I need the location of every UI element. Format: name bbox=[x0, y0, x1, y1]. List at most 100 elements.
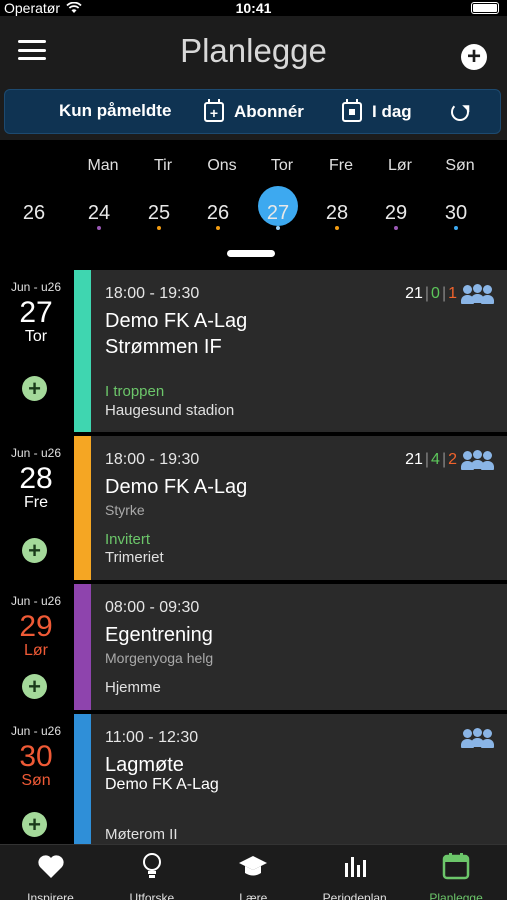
event-color-bar bbox=[74, 270, 91, 432]
event-color-bar bbox=[74, 584, 91, 710]
add-to-day-button[interactable]: + bbox=[22, 812, 47, 837]
subscribe-button[interactable]: + Abonnér bbox=[204, 99, 304, 122]
today-button[interactable]: I dag bbox=[342, 99, 412, 122]
event-date-column: Jun - u26 29 Lør + bbox=[0, 584, 72, 710]
event-title: Lagmøte bbox=[105, 754, 184, 776]
event-marker-dot bbox=[216, 226, 220, 230]
weekday-label: Søn bbox=[445, 157, 475, 174]
attendance-count: 4 bbox=[431, 451, 440, 468]
tab-label: Utforske bbox=[129, 891, 175, 900]
attendance-status: Invitert bbox=[105, 531, 151, 548]
week-label: Jun - u26 bbox=[10, 724, 62, 738]
event-date-column: Jun - u26 27 Tor + bbox=[0, 270, 72, 432]
attendance-counts: 21 | 0 | 1 bbox=[405, 285, 457, 302]
event-location: Hjemme bbox=[105, 679, 161, 696]
battery-icon bbox=[471, 2, 499, 14]
date-cell[interactable]: 24 bbox=[69, 200, 129, 236]
refresh-icon[interactable] bbox=[451, 103, 469, 121]
event-date-column: Jun - u26 30 Søn + bbox=[0, 714, 72, 844]
today-label: I dag bbox=[372, 102, 412, 121]
tab-planlegge[interactable]: Planlegge bbox=[406, 851, 507, 900]
week-collapse-handle[interactable] bbox=[227, 250, 275, 257]
attendance-count: 21 bbox=[405, 285, 423, 302]
day-name: Lør bbox=[24, 642, 48, 659]
calendar-today-icon bbox=[342, 99, 362, 122]
tab-inspirere[interactable]: Inspirere bbox=[0, 851, 101, 900]
date-cell[interactable]: 30 bbox=[426, 200, 486, 236]
team-icon[interactable] bbox=[461, 728, 494, 748]
event-subtitle: Morgenyoga helg bbox=[105, 650, 214, 666]
event-row: Jun - u26 29 Lør +08:00 - 09:30 Egentrening M… bbox=[0, 584, 507, 710]
event-card[interactable]: 18:00 - 19:30 Demo FK A-Lag Styrke Invitert… bbox=[74, 436, 507, 580]
event-card[interactable]: 18:00 - 19:30 Demo FK A-Lag Strømmen IF I t… bbox=[74, 270, 507, 432]
bar-chart-icon bbox=[304, 851, 405, 881]
date-cell[interactable]: 29 bbox=[366, 200, 426, 236]
event-location: Møterom II bbox=[105, 826, 178, 843]
event-location: Trimeriet bbox=[105, 549, 164, 566]
event-title: Egentrening bbox=[105, 624, 213, 646]
event-color-bar bbox=[74, 436, 91, 580]
week-label: Jun - u26 bbox=[10, 594, 62, 608]
event-marker-dot bbox=[97, 226, 101, 230]
day-number: 27 bbox=[19, 296, 53, 329]
event-marker-dot bbox=[157, 226, 161, 230]
tab-label: Lære bbox=[239, 891, 268, 900]
graduation-cap-icon bbox=[203, 851, 304, 881]
weekday-label: Tor bbox=[270, 157, 294, 174]
subscribe-label: Abonnér bbox=[234, 102, 304, 121]
lightbulb-icon bbox=[101, 851, 202, 881]
event-opponent: Demo FK A-Lag bbox=[105, 776, 219, 793]
date-cell[interactable]: 25 bbox=[129, 200, 189, 236]
attendance-count: 21 bbox=[405, 451, 423, 468]
team-icon[interactable] bbox=[461, 284, 494, 304]
event-card[interactable]: 08:00 - 09:30 Egentrening Morgenyoga helg H… bbox=[74, 584, 507, 710]
attendance-count: 0 bbox=[431, 285, 440, 302]
event-row: Jun - u26 27 Tor +18:00 - 19:30 Demo FK A-La… bbox=[0, 270, 507, 432]
event-opponent: Strømmen IF bbox=[105, 336, 222, 358]
event-card[interactable]: 11:00 - 12:30 Lagmøte Demo FK A-Lag Møterom… bbox=[74, 714, 507, 844]
day-name: Fre bbox=[24, 494, 48, 511]
attendance-counts: 21 | 4 | 2 bbox=[405, 451, 457, 468]
selected-date[interactable]: 27 bbox=[248, 186, 308, 236]
event-date-column: Jun - u26 28 Fre + bbox=[0, 436, 72, 580]
filter-bar: Kun påmeldte + Abonnér I dag bbox=[0, 84, 507, 140]
week-label: Jun - u26 bbox=[10, 446, 62, 460]
add-event-button[interactable]: + bbox=[461, 44, 487, 70]
tab-lære[interactable]: Lære bbox=[203, 851, 304, 900]
tab-periodeplan[interactable]: Periodeplan bbox=[304, 851, 405, 900]
date-cell[interactable]: 28 bbox=[307, 200, 367, 236]
tab-label: Inspirere bbox=[27, 891, 74, 900]
weekday-label: Ons bbox=[207, 157, 237, 174]
calendar-icon bbox=[406, 851, 507, 881]
event-time: 11:00 - 12:30 bbox=[105, 729, 199, 746]
event-row: Jun - u26 28 Fre +18:00 - 19:30 Demo FK A-La… bbox=[0, 436, 507, 580]
day-name: Tor bbox=[24, 328, 48, 345]
week-strip: 26 Man Tir Ons Tor Fre Lør Søn 24 25 26 27 28 29 30 bbox=[0, 140, 507, 270]
add-to-day-button[interactable]: + bbox=[22, 376, 47, 401]
event-location: Haugesund stadion bbox=[105, 402, 235, 419]
day-number: 29 bbox=[19, 610, 53, 643]
event-time: 08:00 - 09:30 bbox=[105, 599, 200, 616]
heart-icon bbox=[0, 851, 101, 881]
event-subtitle: Styrke bbox=[105, 502, 145, 518]
tab-bar: Inspirere Utforske Lære Periodeplan Planlegg… bbox=[0, 844, 507, 900]
registered-only-label: Kun påmeldte bbox=[59, 101, 172, 120]
team-icon[interactable] bbox=[461, 450, 494, 470]
filter-toolbar: Kun påmeldte + Abonnér I dag bbox=[4, 89, 501, 134]
tab-utforske[interactable]: Utforske bbox=[101, 851, 202, 900]
attendance-count: 1 bbox=[448, 285, 457, 302]
status-bar: Operatør 10:41 bbox=[0, 0, 507, 16]
registered-only-toggle[interactable]: Kun påmeldte bbox=[59, 101, 171, 121]
tab-label: Planlegge bbox=[429, 891, 483, 900]
previous-week-date[interactable]: 26 bbox=[4, 200, 64, 236]
attendance-count: 2 bbox=[448, 451, 457, 468]
day-number: 30 bbox=[19, 740, 53, 773]
week-label: Jun - u26 bbox=[10, 280, 62, 294]
date-cell[interactable]: 26 bbox=[188, 200, 248, 236]
event-marker-dot bbox=[276, 226, 280, 230]
weekday-label: Fre bbox=[329, 157, 353, 174]
day-name: Søn bbox=[21, 772, 51, 789]
add-to-day-button[interactable]: + bbox=[22, 674, 47, 699]
clock: 10:41 bbox=[235, 0, 272, 16]
add-to-day-button[interactable]: + bbox=[22, 538, 47, 563]
